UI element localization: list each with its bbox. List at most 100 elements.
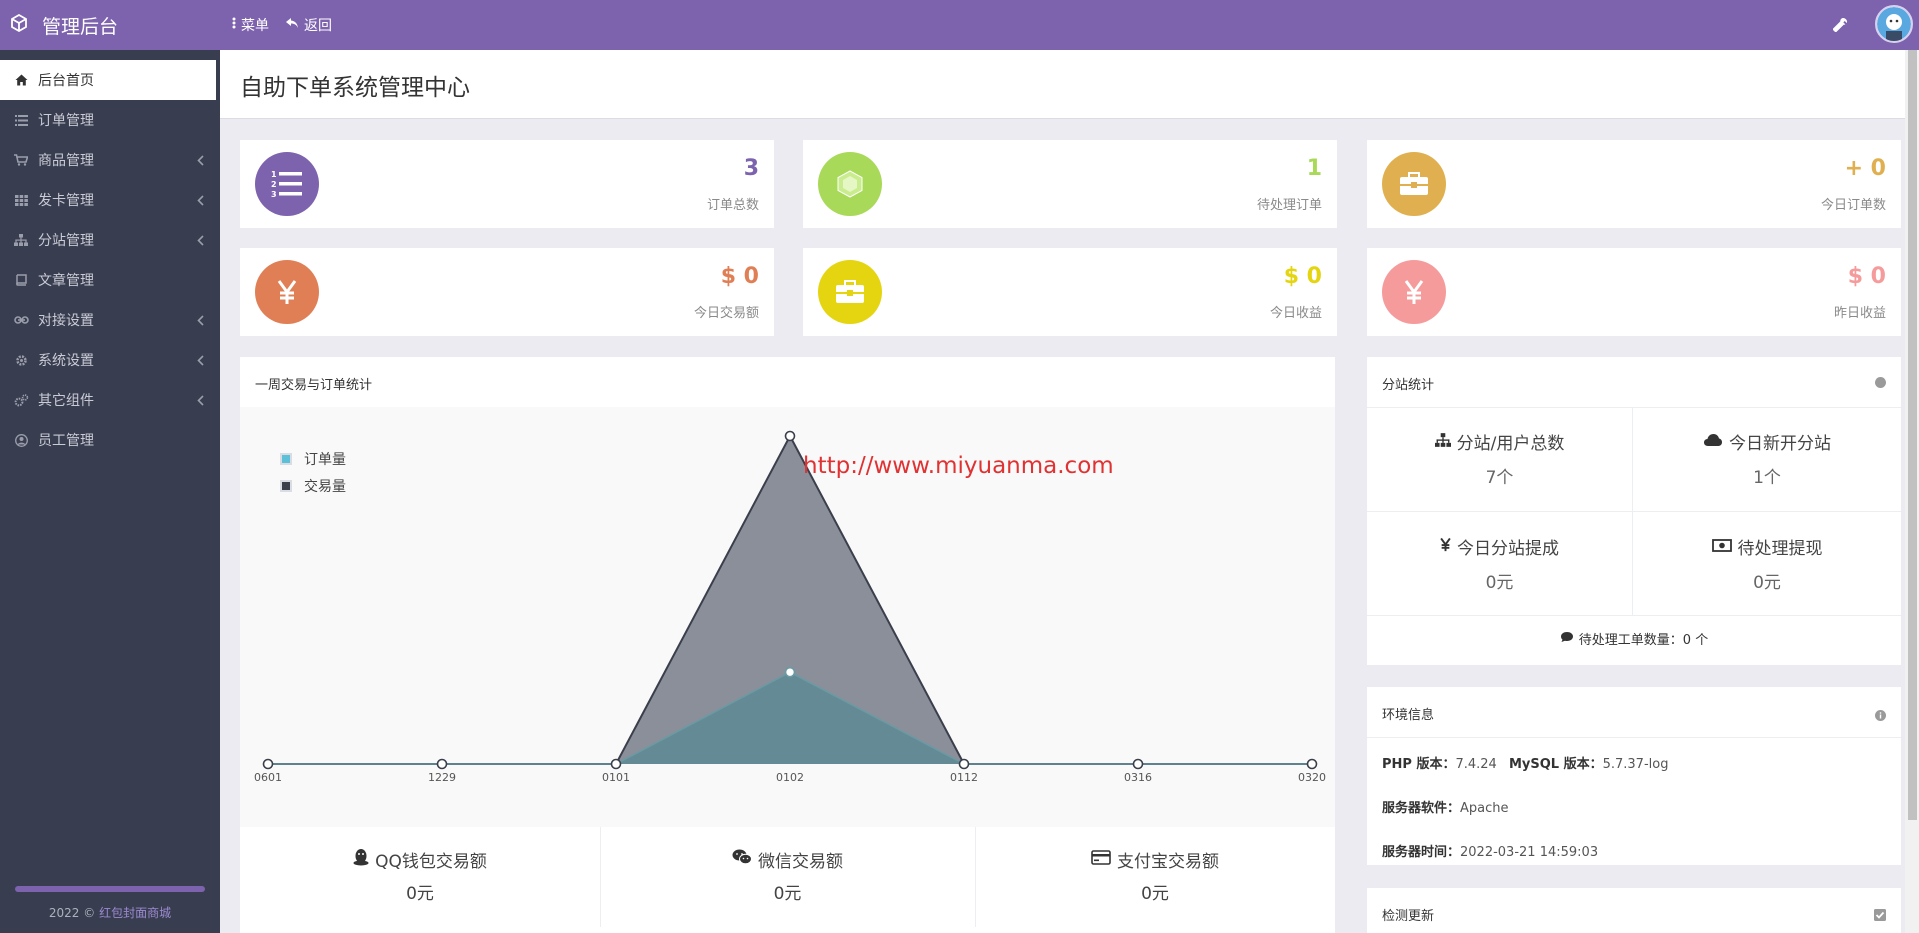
legend-item-transactions[interactable]: 交易量 [280,472,346,499]
yen-icon [255,260,319,324]
payment-label: 微信交易额 [758,852,843,872]
stat-card-total-orders: 123 3 订单总数 [240,140,774,228]
svg-text:2: 2 [271,180,277,189]
env-panel-header: 环境信息 [1367,687,1901,738]
sitemap-icon [1434,432,1457,452]
weekly-chart: 0601 1229 0101 0102 0112 0316 0320 [254,430,1326,784]
sidebar-item-orders[interactable]: 订单管理 [0,100,220,140]
data-point [610,758,622,770]
data-point [784,430,796,442]
legend-label: 订单量 [304,451,346,468]
grid-divider [1367,615,1901,616]
menu-label: 菜单 [241,18,269,34]
env-time-row: 服务器时间：2022-03-21 14:59:03 [1382,841,1598,860]
sidebar-item-branches[interactable]: 分站管理 [0,220,220,260]
branch-stat-value: 1个 [1753,468,1781,488]
svg-text:3: 3 [271,190,277,199]
sidebar-item-products[interactable]: 商品管理 [0,140,220,180]
server-label: 服务器软件： [1382,801,1461,816]
page-header: 自助下单系统管理中心 [220,50,1905,119]
x-tick-label: 1229 [428,771,456,784]
footer-link[interactable]: 红包封面商城 [99,906,171,920]
yen-icon [1440,537,1457,557]
branch-cell-new-today: 今日新开分站 1个 [1633,407,1901,511]
cloud-icon [1703,432,1729,452]
info-circle-icon[interactable] [1875,706,1886,725]
status-dot-icon[interactable] [1875,377,1886,388]
series-area-0 [268,672,1312,764]
sidebar-item-label: 文章管理 [38,273,94,289]
server-value: Apache [1460,801,1509,816]
sidebar-item-integrations[interactable]: 对接设置 [0,300,220,340]
wechat-icon [732,849,758,870]
back-button[interactable]: 返回 [285,15,332,35]
stat-label: 昨日收益 [1833,306,1886,321]
branch-stats-panel: 分站统计 分站/用户总数 7个 今日新开分站 1个 今日分站提成 0元 待处理提… [1367,357,1901,665]
stat-value: 3 [743,156,759,181]
stat-card-today-revenue: $ 0 今日交易额 [240,248,774,336]
legend-swatch [280,479,292,492]
branch-stat-label: 待处理提现 [1737,539,1823,559]
stat-card-today-orders: + 0 今日订单数 [1367,140,1901,228]
check-square-icon[interactable] [1874,906,1886,925]
stat-value: $ 0 [720,264,759,289]
cogs-icon [12,393,30,407]
credit-card-icon [1091,849,1117,870]
sidebar-footer: 2022 © 红包封面商城 [0,904,220,921]
mysql-label: MySQL 版本： [1508,757,1603,772]
cube-icon [818,152,882,216]
data-point [262,758,274,770]
avatar[interactable] [1875,5,1913,43]
briefcase-icon [1382,152,1446,216]
legend-item-orders[interactable]: 订单量 [280,445,346,472]
sidebar-item-components[interactable]: 其它组件 [0,380,220,420]
comment-icon [1560,631,1579,647]
sidebar-item-label: 系统设置 [38,353,94,369]
sidebar-item-system[interactable]: 系统设置 [0,340,220,380]
sidebar-item-label: 商品管理 [38,153,94,169]
scrollbar-thumb[interactable] [1908,50,1917,820]
ellipsis-vertical-icon [232,17,241,33]
data-point [1306,758,1318,770]
time-label: 服务器时间： [1382,845,1461,860]
data-point [958,758,970,770]
branch-stat-value: 7个 [1485,468,1514,488]
payment-value: 0元 [1141,884,1169,904]
sidebar-item-home[interactable]: 后台首页 [0,60,216,100]
cube-logo-icon [10,13,42,37]
php-label: PHP 版本： [1382,757,1456,772]
chart-legend: 订单量 交易量 [280,445,346,499]
env-panel-title: 环境信息 [1382,708,1435,723]
env-server-row: 服务器软件：Apache [1382,797,1509,816]
stat-value: $ 0 [1847,264,1886,289]
brand[interactable]: 管理后台 [10,0,118,50]
payment-value: 0元 [406,884,434,904]
x-tick-label: 0601 [254,771,282,784]
chevron-left-icon [197,314,204,330]
page-scrollbar[interactable] [1905,50,1919,933]
grid-icon [12,194,30,206]
update-panel: 检测更新 [1367,888,1901,933]
sidebar-item-articles[interactable]: 文章管理 [0,260,220,300]
money-icon [1711,537,1738,557]
stat-card-today-income: $ 0 今日收益 [803,248,1337,336]
chevron-left-icon [197,234,204,250]
payment-label: 支付宝交易额 [1117,852,1219,872]
chart-panel-header: 一周交易与订单统计 [240,357,1335,408]
menu-toggle-button[interactable]: 菜单 [232,15,269,35]
branch-panel-header: 分站统计 [1367,357,1901,408]
branch-cell-withdrawals: 待处理提现 0元 [1633,512,1901,615]
stat-label: 待处理订单 [1256,198,1322,213]
branch-stat-label: 今日新开分站 [1729,434,1831,454]
env-info-panel: 环境信息 PHP 版本：7.4.24 MySQL 版本：5.7.37-log 服… [1367,687,1901,865]
branch-stat-label: 分站/用户总数 [1456,434,1565,454]
sidebar-item-cards[interactable]: 发卡管理 [0,180,220,220]
x-tick-label: 0102 [776,771,804,784]
chevron-left-icon [197,154,204,170]
stat-card-yesterday-income: $ 0 昨日收益 [1367,248,1901,336]
sidebar-menu: 后台首页 订单管理 商品管理 发卡管理 分站管理 文章管理 对接设置 系统设置 … [0,60,220,460]
stat-value: + 0 [1844,156,1886,181]
ordered-list-icon: 123 [255,152,319,216]
sidebar-item-staff[interactable]: 员工管理 [0,420,220,460]
wrench-icon[interactable] [1832,17,1848,36]
